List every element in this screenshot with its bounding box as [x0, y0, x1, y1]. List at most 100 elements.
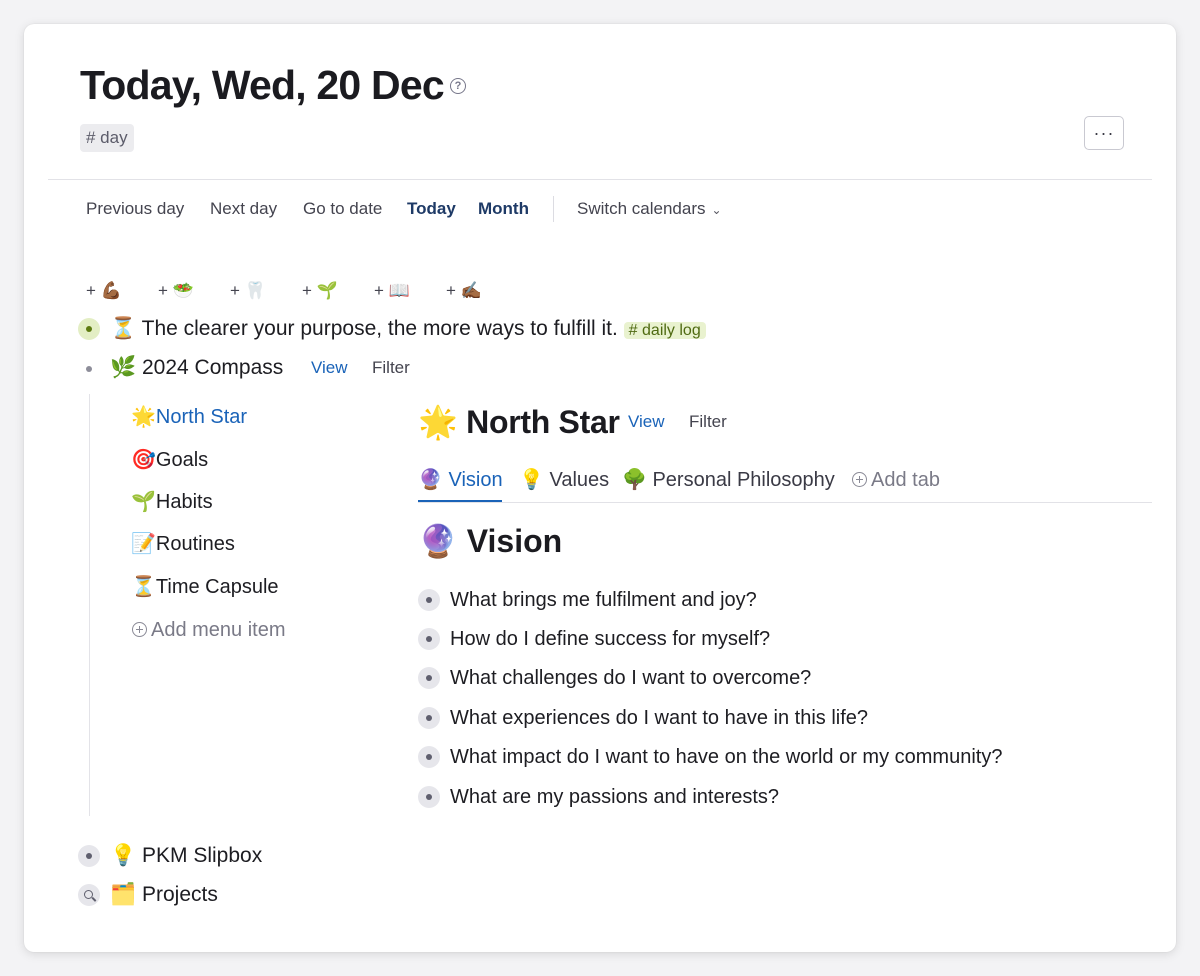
plus-icon: +	[374, 281, 384, 300]
switch-calendars-label: Switch calendars	[577, 199, 706, 218]
menu-item-label: Routines	[155, 533, 235, 555]
add-tab-button[interactable]: Add tab	[852, 467, 940, 493]
menu-item-label: Habits	[155, 491, 213, 513]
menu-item-goals[interactable]: 🎯Goals	[131, 447, 208, 473]
glowing-star-icon: 🌟	[418, 404, 458, 440]
plus-icon: +	[230, 281, 240, 300]
pkm-bullet[interactable]	[78, 845, 100, 867]
compass-row: 🌿 2024 Compass	[110, 354, 283, 382]
question-bullet[interactable]	[418, 707, 440, 729]
question-circle-icon[interactable]: ?	[450, 78, 466, 94]
more-options-button[interactable]: ···	[1084, 116, 1124, 150]
north-star-heading: 🌟 North Star	[418, 402, 620, 442]
target-icon: 🎯	[131, 449, 156, 471]
seedling-icon: 🌱	[316, 281, 338, 300]
crystal-ball-icon: 🔮	[418, 523, 458, 559]
seedling-icon: 🌱	[131, 491, 156, 513]
compass-view-button[interactable]: View	[311, 356, 348, 380]
tab-label: Vision	[448, 469, 503, 491]
quick-add-strength[interactable]: + 💪🏾	[86, 280, 122, 302]
add-circle-icon	[132, 622, 147, 637]
bullet-dot	[426, 675, 432, 681]
glowing-star-icon: 🌟	[131, 406, 156, 428]
menu-item-north-star[interactable]: 🌟North Star	[131, 404, 247, 430]
hourglass-icon: ⏳	[110, 317, 137, 340]
tab-personal-philosophy[interactable]: 🌳 Personal Philosophy	[622, 467, 835, 493]
memo-icon: 📝	[131, 533, 156, 555]
question-item: How do I define success for myself?	[450, 628, 771, 650]
bullet-dot	[426, 754, 432, 760]
compass-bullet[interactable]	[86, 366, 92, 372]
previous-day-button[interactable]: Previous day	[86, 198, 184, 220]
switch-calendars-button[interactable]: Switch calendars ⌄	[577, 198, 722, 221]
herb-icon: 🌿	[110, 356, 137, 379]
chevron-down-icon: ⌄	[711, 203, 722, 217]
search-icon	[83, 889, 93, 899]
question-item: What challenges do I want to overcome?	[450, 667, 812, 689]
quick-add-writing[interactable]: + ✍🏾	[446, 280, 482, 302]
add-menu-item-button[interactable]: Add menu item	[132, 617, 286, 643]
tab-label: Personal Philosophy	[652, 469, 835, 491]
hourglass-icon: ⏳	[131, 576, 156, 598]
quick-add-salad[interactable]: + 🥗	[158, 280, 194, 302]
vision-heading: 🔮 Vision	[418, 521, 562, 561]
tabs-divider	[418, 502, 1152, 503]
question-bullet[interactable]	[418, 786, 440, 808]
purpose-text: The clearer your purpose, the more ways …	[141, 317, 618, 340]
menu-item-habits[interactable]: 🌱Habits	[131, 489, 213, 515]
add-menu-item-label: Add menu item	[151, 619, 286, 641]
purpose-bullet[interactable]	[78, 318, 100, 340]
plus-icon: +	[302, 281, 312, 300]
menu-item-routines[interactable]: 📝Routines	[131, 531, 235, 557]
compass-filter-button[interactable]: Filter	[372, 356, 410, 380]
question-item: What experiences do I want to have in th…	[450, 707, 869, 729]
north-star-view-button[interactable]: View	[628, 410, 665, 434]
menu-item-label: Goals	[155, 449, 209, 471]
compass-title: 2024 Compass	[142, 356, 284, 379]
question-item: What are my passions and interests?	[450, 786, 780, 808]
tooth-icon: 🦷	[244, 281, 266, 300]
month-button[interactable]: Month	[478, 198, 529, 220]
book-icon: 📖	[388, 281, 410, 300]
question-bullet[interactable]	[418, 667, 440, 689]
question-bullet[interactable]	[418, 628, 440, 650]
plus-icon: +	[158, 281, 168, 300]
daily-note-card: Today, Wed, 20 Dec ? # day ··· Previous …	[24, 24, 1176, 952]
active-tab-indicator	[418, 500, 502, 502]
bullet-dot	[426, 636, 432, 642]
bullet-dot	[426, 794, 432, 800]
pkm-row: 💡 PKM Slipbox	[110, 842, 262, 870]
tab-vision[interactable]: 🔮 Vision	[418, 467, 503, 493]
question-item: What impact do I want to have on the wor…	[450, 746, 1003, 768]
quick-add-tooth[interactable]: + 🦷	[230, 280, 266, 302]
add-tab-label: Add tab	[871, 469, 940, 491]
projects-search-bullet[interactable]	[78, 884, 100, 906]
menu-item-time-capsule[interactable]: ⏳Time Capsule	[131, 574, 279, 600]
question-bullet[interactable]	[418, 746, 440, 768]
tab-label: Values	[549, 469, 610, 491]
plus-icon: +	[446, 281, 456, 300]
go-to-date-button[interactable]: Go to date	[303, 198, 382, 220]
next-day-button[interactable]: Next day	[210, 198, 277, 220]
writing-hand-icon: ✍🏾	[460, 281, 482, 300]
nav-separator	[553, 196, 554, 222]
bullet-dot	[426, 597, 432, 603]
add-circle-icon	[852, 472, 867, 487]
projects-row: 🗂️ Projects	[110, 881, 218, 909]
question-bullet[interactable]	[418, 589, 440, 611]
pkm-title: PKM Slipbox	[142, 844, 263, 867]
purpose-row: ⏳ The clearer your purpose, the more way…	[110, 315, 706, 343]
today-button[interactable]: Today	[407, 198, 456, 220]
card-index-dividers-icon: 🗂️	[110, 883, 137, 906]
north-star-filter-button[interactable]: Filter	[689, 410, 727, 434]
quick-add-seedling[interactable]: + 🌱	[302, 280, 338, 302]
menu-item-label: Time Capsule	[155, 576, 279, 598]
tab-values[interactable]: 💡 Values	[519, 467, 609, 493]
page-title: Today, Wed, 20 Dec	[80, 62, 445, 108]
tree-icon: 🌳	[622, 469, 647, 491]
quick-add-book[interactable]: + 📖	[374, 280, 410, 302]
day-tag[interactable]: # day	[80, 124, 134, 152]
daily-log-tag[interactable]: # daily log	[623, 322, 706, 339]
projects-title: Projects	[142, 883, 218, 906]
header-divider	[48, 179, 1152, 180]
